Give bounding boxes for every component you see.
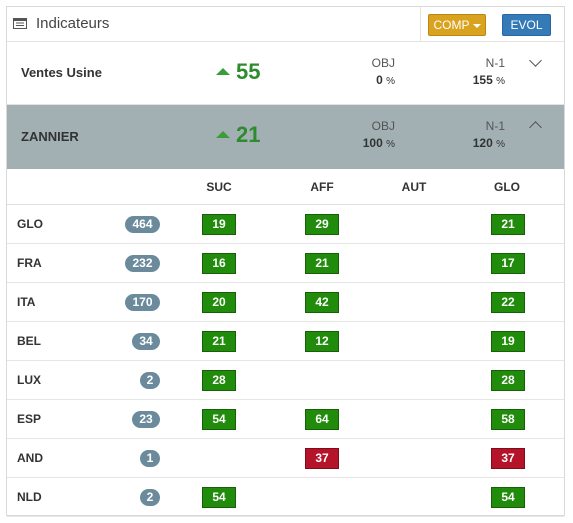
row-code: NLD	[17, 490, 42, 504]
table-row[interactable]: ESP 23 54 64 58	[7, 400, 564, 439]
panel-header: Indicateurs COMP EVOL	[7, 7, 564, 42]
table-row[interactable]: AND 1 37 37	[7, 439, 564, 478]
caret-down-icon	[472, 23, 481, 28]
n1-value: 155 %	[472, 73, 505, 87]
value-cell-glo[interactable]: 21	[491, 214, 525, 235]
value-cell-glo[interactable]: 37	[491, 448, 525, 469]
count-badge: 464	[125, 216, 160, 233]
row-code: FRA	[17, 256, 42, 270]
value-cell-aff[interactable]: 42	[305, 292, 339, 313]
count-badge: 2	[140, 489, 160, 506]
value-cell-suc[interactable]: 16	[202, 253, 236, 274]
table-row[interactable]: FRA 232 16 21 17	[7, 244, 564, 283]
column-header-aff: AFF	[310, 180, 334, 194]
count-badge: 1	[140, 450, 160, 467]
value-cell-glo[interactable]: 54	[491, 487, 525, 508]
table-row[interactable]: GLO 464 19 29 21	[7, 205, 564, 244]
count-badge: 232	[125, 255, 160, 272]
column-header-aut: AUT	[401, 180, 427, 194]
obj-value: 0 %	[376, 73, 395, 87]
row-code: AND	[17, 451, 43, 465]
list-icon	[13, 18, 27, 29]
value-cell-glo[interactable]: 19	[491, 331, 525, 352]
evol-button[interactable]: EVOL	[502, 14, 551, 36]
value-cell-aff[interactable]: 64	[305, 409, 339, 430]
count-badge: 34	[132, 333, 160, 350]
column-header-suc: SUC	[206, 180, 232, 194]
header-divider	[420, 7, 421, 41]
comp-button-label: COMP	[433, 18, 470, 32]
table-row[interactable]: BEL 34 21 12 19	[7, 322, 564, 361]
chevron-down-icon[interactable]	[529, 54, 542, 67]
comp-button[interactable]: COMP	[428, 14, 486, 36]
obj-label: OBJ	[371, 56, 395, 70]
obj-value: 100 %	[362, 136, 395, 150]
table-row[interactable]: LUX 2 28 28	[7, 361, 564, 400]
row-code: LUX	[17, 373, 41, 387]
group-name: ZANNIER	[21, 129, 79, 144]
value-cell-glo[interactable]: 28	[491, 370, 525, 391]
value-cell-suc[interactable]: 54	[202, 409, 236, 430]
value-cell-aff[interactable]: 29	[305, 214, 339, 235]
value-cell-aff[interactable]: 12	[305, 331, 339, 352]
value-cell-glo[interactable]: 58	[491, 409, 525, 430]
count-badge: 23	[132, 411, 160, 428]
row-code: ITA	[17, 295, 36, 309]
n1-label: N-1	[485, 119, 505, 133]
indicators-panel: Indicateurs COMP EVOL Ventes Usine 55 OB…	[6, 6, 565, 517]
trend-up-icon	[216, 68, 230, 75]
obj-label: OBJ	[371, 119, 395, 133]
row-code: ESP	[17, 412, 42, 426]
table-row[interactable]: ITA 170 20 42 22	[7, 283, 564, 322]
group-value: 21	[236, 122, 261, 147]
value-cell-suc[interactable]: 19	[202, 214, 236, 235]
group-zannier[interactable]: ZANNIER 21 OBJ 100 % N-1 120 %	[7, 105, 564, 169]
count-badge: 2	[140, 372, 160, 389]
value-cell-aff[interactable]: 21	[305, 253, 339, 274]
value-cell-suc[interactable]: 28	[202, 370, 236, 391]
trend-up-icon	[216, 131, 230, 138]
group-name: Ventes Usine	[21, 65, 102, 80]
group-ventes-usine[interactable]: Ventes Usine 55 OBJ 0 % N-1 155 %	[7, 42, 564, 105]
count-badge: 170	[125, 294, 160, 311]
panel-title: Indicateurs	[36, 15, 110, 32]
group-value: 55	[236, 59, 261, 84]
n1-value: 120 %	[472, 136, 505, 150]
value-cell-suc[interactable]: 54	[202, 487, 236, 508]
value-cell-suc[interactable]: 21	[202, 331, 236, 352]
row-code: GLO	[17, 217, 43, 231]
table-row[interactable]: NLD 2 54 54	[7, 478, 564, 517]
value-cell-aff[interactable]: 37	[305, 448, 339, 469]
n1-label: N-1	[485, 56, 505, 70]
value-cell-glo[interactable]: 17	[491, 253, 525, 274]
value-cell-suc[interactable]: 20	[202, 292, 236, 313]
value-cell-glo[interactable]: 22	[491, 292, 525, 313]
chevron-up-icon[interactable]	[529, 121, 542, 134]
column-header-glo: GLO	[494, 180, 520, 194]
row-code: BEL	[17, 334, 41, 348]
table-header: SUC AFF AUT GLO	[7, 169, 564, 205]
